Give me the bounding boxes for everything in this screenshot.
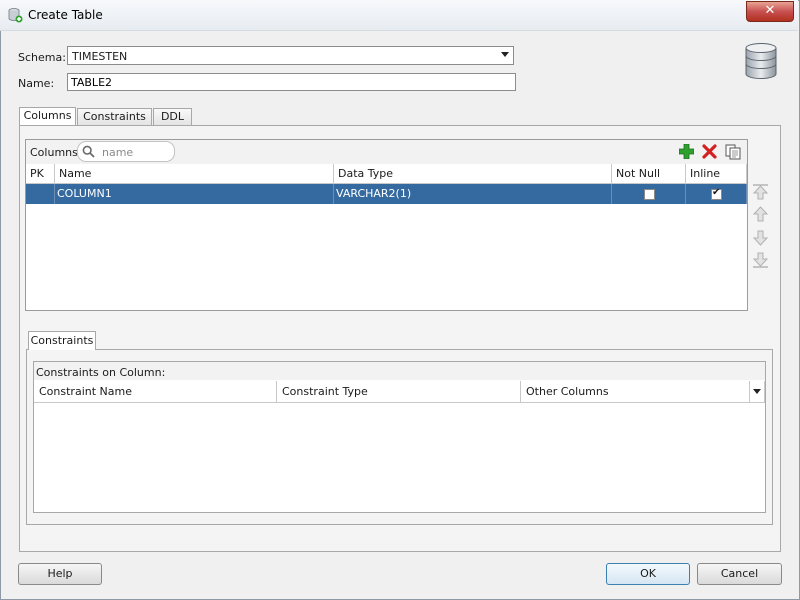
row-data-type-cell[interactable]: VARCHAR2(1) (334, 184, 612, 204)
help-button-label: Help (47, 567, 73, 580)
header-name[interactable]: Name (55, 164, 334, 184)
move-up-icon[interactable] (752, 206, 769, 223)
header-data-type[interactable]: Data Type (334, 164, 612, 184)
cancel-button[interactable]: Cancel (697, 563, 782, 585)
chevron-down-icon (501, 52, 509, 57)
table-name-input[interactable] (67, 73, 516, 91)
help-button[interactable]: Help (18, 563, 102, 585)
database-icon (745, 43, 777, 80)
move-top-icon[interactable] (752, 183, 769, 200)
name-label: Name: (18, 77, 55, 90)
inline-checkbox[interactable] (711, 187, 722, 200)
header-pk[interactable]: PK (26, 164, 55, 184)
not-null-checkbox[interactable] (644, 189, 655, 200)
add-column-icon[interactable] (679, 144, 694, 159)
header-other-columns[interactable]: Other Columns (521, 381, 750, 403)
search-icon (82, 145, 95, 158)
copy-icon[interactable] (725, 144, 741, 160)
constraints-on-column-label: Constraints on Column: (36, 366, 166, 379)
tab-columns[interactable]: Columns (19, 107, 76, 126)
columns-search-label: Columns: (30, 146, 82, 159)
title-bar (0, 0, 798, 31)
schema-select[interactable]: TIMESTEN (67, 46, 514, 65)
close-icon: ✕ (764, 3, 776, 18)
tab-column-constraints[interactable]: Constraints (28, 331, 96, 350)
remove-column-icon[interactable] (702, 144, 717, 159)
header-constraint-type[interactable]: Constraint Type (277, 381, 521, 403)
column-chooser-button[interactable] (750, 381, 765, 403)
header-inline[interactable]: Inline (686, 164, 747, 184)
move-down-icon[interactable] (752, 229, 769, 246)
search-placeholder: name (102, 146, 134, 159)
row-name-cell[interactable]: COLUMN1 (55, 184, 334, 204)
ok-button-label: OK (640, 567, 656, 580)
close-button[interactable]: ✕ (746, 1, 794, 22)
move-bottom-icon[interactable] (752, 252, 769, 269)
database-add-icon (8, 8, 23, 23)
header-not-null[interactable]: Not Null (612, 164, 686, 184)
row-pk-cell[interactable] (26, 184, 55, 204)
schema-label: Schema: (18, 51, 66, 64)
schema-value: TIMESTEN (72, 50, 128, 63)
cancel-button-label: Cancel (720, 567, 759, 580)
header-constraint-name[interactable]: Constraint Name (34, 381, 277, 403)
ok-button[interactable]: OK (606, 563, 690, 585)
chevron-down-icon (753, 389, 761, 394)
tab-ddl[interactable]: DDL (153, 108, 192, 125)
tab-constraints[interactable]: Constraints (77, 108, 152, 125)
window-title: Create Table (28, 8, 103, 22)
